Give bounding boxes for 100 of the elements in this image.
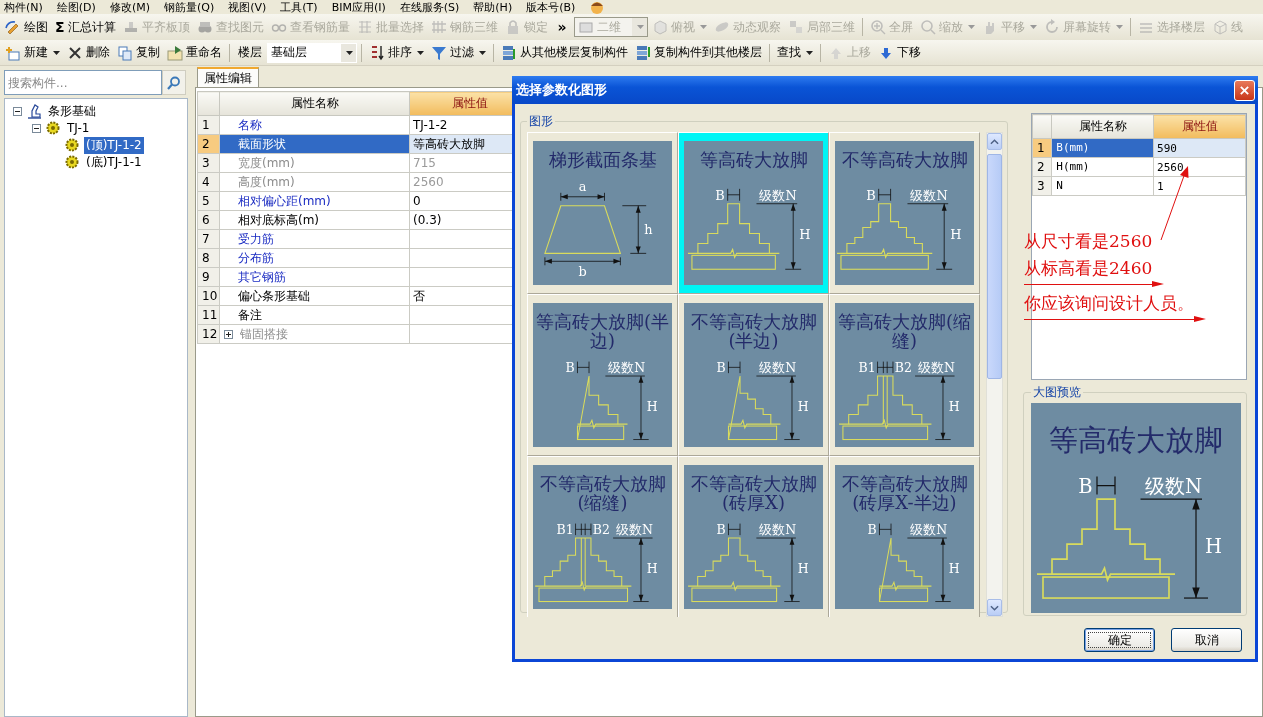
collapse-icon[interactable]: [13, 106, 22, 116]
shape-option[interactable]: 不等高砖大放脚(砖厚X-半边) B 级数N H: [829, 456, 980, 617]
shape-title: 不等高砖大放脚(缩缝): [538, 472, 667, 513]
width-marker: [575, 523, 592, 536]
toolbar-button[interactable]: 删除: [64, 42, 113, 63]
tree-item[interactable]: TJ-1: [65, 121, 92, 135]
toolbar-button[interactable]: 绘图: [2, 16, 51, 38]
caret-icon: [1029, 25, 1037, 29]
toolbar-button[interactable]: 排序: [366, 42, 427, 63]
binoculars-icon: [196, 19, 213, 35]
dialog-button[interactable]: 取消: [1171, 628, 1242, 652]
menu-item[interactable]: 构件(N): [4, 0, 43, 14]
delete-icon: [67, 44, 83, 61]
shape-option[interactable]: 不等高砖大放脚(半边) B 级数N H: [678, 294, 829, 456]
dimension-label: h: [644, 222, 653, 238]
search-icon: [166, 74, 182, 91]
dimension-label: 级数N: [910, 521, 948, 537]
caret-icon: [417, 50, 424, 55]
dimension-label: 级数N: [910, 187, 948, 203]
level-line: [756, 375, 797, 377]
close-button[interactable]: [1234, 79, 1255, 101]
tree-item[interactable]: 条形基础: [46, 102, 98, 120]
level-line: [907, 203, 949, 204]
footing-icon: [26, 103, 42, 119]
annotation-text: 从标高看是2460: [1024, 257, 1153, 280]
toolbar-button[interactable]: 查找: [774, 42, 816, 63]
menu-item[interactable]: 帮助(H): [473, 0, 513, 14]
shape-option[interactable]: 不等高砖大放脚(砖厚X) B 级数N H: [678, 456, 829, 617]
width-marker: [878, 188, 891, 202]
caret-icon: [53, 50, 60, 55]
footing-drawing: [727, 375, 781, 440]
gear-icon: [64, 137, 80, 153]
menu-item[interactable]: 视图(V): [228, 0, 267, 14]
caret-down-icon: [990, 604, 999, 611]
property-name: H(mm): [1055, 159, 1091, 175]
dimension-label: B: [867, 521, 877, 537]
property-name: 偏心条形基础: [237, 288, 311, 305]
search-field[interactable]: 搜索构件...: [4, 70, 162, 95]
menu-item[interactable]: 修改(M): [109, 0, 150, 14]
dimension-arrow: [935, 203, 953, 270]
dimension-label: 级数N: [615, 521, 653, 537]
overflow-button[interactable]: »: [551, 19, 573, 35]
dimension-label: H: [797, 560, 809, 576]
search-button[interactable]: [162, 70, 186, 95]
dimension-label: 级数N: [759, 359, 797, 375]
scroll-thumb[interactable]: [987, 154, 1002, 379]
dimension-label: 级数N: [917, 359, 955, 375]
width-marker: [577, 361, 590, 374]
tree-item[interactable]: (顶)TJ-1-2: [84, 136, 144, 154]
toolbar-button[interactable]: 复制构件到其他楼层: [632, 42, 765, 63]
toolbar-label: 楼层: [237, 44, 263, 61]
shape-option[interactable]: 等高砖大放脚 B 级数N H: [678, 132, 829, 294]
scroll-up-button[interactable]: [987, 133, 1002, 150]
annotation-text: 从尺寸看是2560: [1024, 230, 1153, 253]
toolbar-button[interactable]: 过滤: [428, 42, 489, 63]
stack-icon: [635, 44, 651, 61]
shape-title: 不等高砖大放脚(半边): [689, 310, 818, 351]
menu-item[interactable]: BIM应用(I): [331, 0, 386, 14]
plane-icon: [577, 19, 594, 35]
shape-option[interactable]: 梯形截面条基 a h b: [527, 132, 678, 294]
level-line: [907, 537, 948, 539]
menu-item[interactable]: 绘图(D): [56, 0, 96, 14]
shape-option[interactable]: 等高砖大放脚(缩缝) B1 B2 级数N H: [829, 294, 980, 456]
wireframe-icon: [1211, 19, 1228, 35]
shape-option[interactable]: 不等高砖大放脚(缩缝) B1 B2 级数N H: [527, 456, 678, 617]
toolbar-button[interactable]: 从其他楼层复制构件: [498, 42, 631, 63]
scroll-down-button[interactable]: [987, 599, 1002, 616]
property-name: N: [1055, 178, 1064, 194]
toolbar-button[interactable]: 复制: [114, 42, 163, 63]
toolbar-button[interactable]: Σ 汇总计算: [52, 16, 119, 38]
toolbar-button[interactable]: 新建: [2, 42, 63, 63]
column-header[interactable]: 属性值: [1153, 114, 1246, 139]
menu-item[interactable]: 工具(T): [280, 0, 318, 14]
caret-icon: [699, 25, 707, 29]
property-value[interactable]: 1: [1153, 176, 1246, 196]
dimension-label: B1: [556, 521, 574, 537]
menu-item[interactable]: 钢筋量(Q): [163, 0, 215, 14]
scrollbar[interactable]: [986, 132, 1003, 617]
shape-option[interactable]: 不等高砖大放脚 B 级数N H: [829, 132, 980, 294]
column-header[interactable]: 属性名称: [1051, 114, 1154, 139]
tree-item[interactable]: (底)TJ-1-1: [84, 153, 144, 171]
menu-item[interactable]: 在线服务(S): [399, 0, 460, 14]
copy-icon: [117, 44, 133, 61]
toolbar-button[interactable]: 重命名: [164, 42, 225, 63]
expand-icon[interactable]: [224, 329, 233, 339]
dropdown-field[interactable]: 基础层: [267, 42, 357, 63]
column-header[interactable]: 属性名称: [219, 91, 410, 116]
dimension-label: B2: [592, 521, 610, 537]
tab[interactable]: 属性编辑: [197, 67, 259, 87]
dialog-button[interactable]: 确定: [1084, 628, 1155, 652]
toolbar-button[interactable]: 下移: [875, 42, 924, 63]
dimension-label: H: [1205, 534, 1222, 558]
width-marker: [728, 361, 741, 374]
dimension-label: b: [578, 264, 587, 280]
collapse-icon[interactable]: [32, 123, 41, 133]
menu-item[interactable]: 版本号(B): [526, 0, 576, 14]
sort-icon: [369, 44, 385, 61]
shape-option[interactable]: 等高砖大放脚(半边) B 级数N H: [527, 294, 678, 456]
property-name: 锚固搭接: [239, 326, 289, 343]
property-name: 备注: [237, 307, 263, 324]
